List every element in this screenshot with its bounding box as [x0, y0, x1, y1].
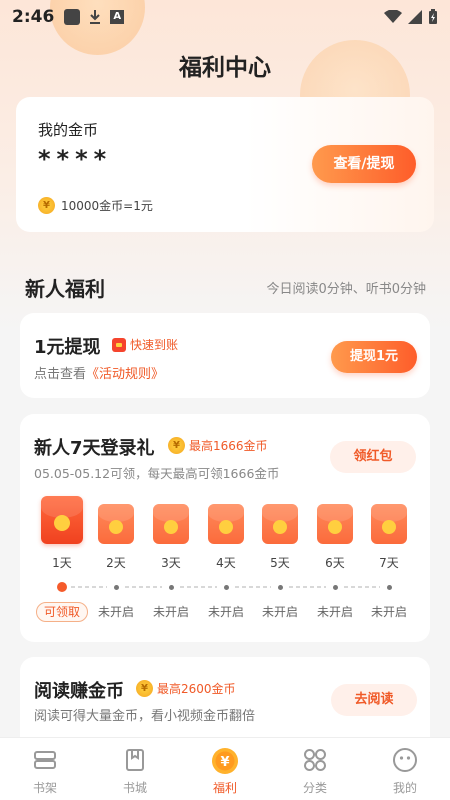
- locked-status: 未开启: [152, 605, 189, 619]
- go-read-button[interactable]: 去阅读: [331, 684, 417, 716]
- bottom-tab-bar: 书架 书城 ¥ 福利 分类 我的: [0, 737, 450, 800]
- tab-label: 福利: [212, 781, 237, 795]
- withdraw-1-yuan-button[interactable]: 提现1元: [331, 341, 417, 373]
- red-packet-envelope-icon[interactable]: [41, 496, 83, 544]
- section-title: 新人福利: [25, 277, 105, 301]
- claimable-status[interactable]: 可领取: [36, 602, 88, 622]
- envelope-seal: [382, 520, 396, 534]
- tab-label: 我的: [392, 781, 417, 795]
- exchange-rate: ¥ 10000金币=1元: [38, 197, 153, 214]
- tab-bookstore[interactable]: 书城: [90, 738, 180, 800]
- newbie-7day-card: 新人7天登录礼 ¥ 最高1666金币 05.05-05.12可领，每天最高可领1…: [20, 414, 430, 642]
- red-packet-envelope-icon: [98, 504, 134, 544]
- day-label: 4天: [216, 556, 236, 570]
- progress-dot: [168, 584, 174, 590]
- grid-icon: [304, 749, 326, 771]
- reading-time-summary: 今日阅读0分钟、听书0分钟: [266, 282, 426, 297]
- page-title: 福利中心: [179, 55, 271, 81]
- locked-status: 未开启: [97, 605, 134, 619]
- status-time: 2:46: [12, 7, 55, 27]
- progress-connector: [235, 586, 271, 588]
- max-coins-text: 最高1666金币: [189, 439, 268, 453]
- progress-connector: [125, 586, 162, 588]
- locked-status: 未开启: [370, 605, 407, 619]
- day-label: 1天: [52, 556, 72, 570]
- book-icon: [126, 749, 144, 771]
- withdraw-card[interactable]: 1元提现 快速到账 点击查看《活动规则》 提现1元: [20, 313, 430, 398]
- coin-balance-value: ****: [38, 145, 113, 173]
- red-packet-envelope-icon: [371, 504, 407, 544]
- coin-balance-card: 我的金币 **** ¥ 10000金币=1元 查看/提现: [16, 97, 434, 232]
- envelope-seal: [54, 515, 70, 532]
- bookshelf-icon: [34, 751, 56, 769]
- red-packet-envelope-icon: [317, 504, 353, 544]
- coin-icon: ¥: [212, 748, 238, 774]
- progress-connector: [289, 586, 326, 588]
- activity-rules-link[interactable]: 《活动规则》: [86, 367, 164, 382]
- red-packet-envelope-icon: [262, 504, 298, 544]
- reading-max-coins-tag: ¥ 最高2600金币: [136, 680, 236, 697]
- status-bar: 2:46 A: [0, 0, 450, 34]
- progress-dot: [332, 584, 338, 590]
- fast-arrival-text: 快速到账: [130, 338, 179, 352]
- progress-connector: [344, 586, 380, 588]
- progress-dot: [113, 584, 119, 590]
- tab-label: 分类: [302, 781, 327, 795]
- progress-dot: [386, 584, 392, 590]
- battery-icon: [429, 9, 437, 24]
- locked-status: 未开启: [316, 605, 353, 619]
- view-withdraw-button[interactable]: 查看/提现: [312, 145, 416, 183]
- red-packet-icon: [112, 337, 126, 352]
- tab-category[interactable]: 分类: [270, 738, 360, 800]
- withdraw-desc-prefix: 点击查看: [34, 367, 87, 382]
- locked-status: 未开启: [207, 605, 244, 619]
- max-coins-tag: ¥ 最高1666金币: [168, 437, 268, 454]
- red-packet-envelope-icon: [153, 504, 189, 544]
- progress-dot: [277, 584, 283, 590]
- envelope-seal: [273, 520, 287, 534]
- reading-desc: 阅读可得大量金币，看小视频金币翻倍: [34, 709, 256, 724]
- envelope-seal: [328, 520, 342, 534]
- progress-connector: [71, 586, 107, 588]
- tab-label: 书架: [32, 781, 57, 795]
- day-label: 3天: [161, 556, 181, 570]
- download-icon: [90, 10, 101, 24]
- fast-arrival-tag: 快速到账: [112, 336, 178, 353]
- keyboard-icon: A: [110, 10, 125, 24]
- tab-profile[interactable]: 我的: [360, 738, 450, 800]
- progress-dot: [57, 582, 67, 592]
- withdraw-title: 1元提现: [34, 337, 101, 358]
- progress-connector: [180, 586, 217, 588]
- envelope-seal: [109, 520, 123, 534]
- claim-red-packet-button[interactable]: 领红包: [330, 441, 416, 473]
- withdraw-desc: 点击查看《活动规则》: [34, 363, 164, 382]
- signal-icon: [408, 10, 422, 24]
- envelope-seal: [164, 520, 178, 534]
- locked-status: 未开启: [261, 605, 298, 619]
- reading-max-coins-text: 最高2600金币: [157, 682, 236, 696]
- day-label: 2天: [106, 556, 126, 570]
- profile-icon: [393, 748, 417, 772]
- exchange-rate-text: 10000金币=1元: [61, 199, 153, 213]
- tab-welfare[interactable]: ¥ 福利: [180, 738, 270, 800]
- notification-app-icon: [64, 9, 81, 25]
- reading-title: 阅读赚金币: [34, 681, 124, 702]
- progress-dot: [223, 584, 229, 590]
- coin-icon: ¥: [168, 437, 185, 454]
- tab-label: 书城: [122, 781, 147, 795]
- envelope-seal: [219, 520, 233, 534]
- coin-icon: ¥: [136, 680, 153, 697]
- tab-bookshelf[interactable]: 书架: [0, 738, 90, 800]
- day-label: 6天: [325, 556, 345, 570]
- red-packet-envelope-icon: [208, 504, 244, 544]
- wifi-icon: [384, 10, 402, 23]
- day-label: 5天: [270, 556, 290, 570]
- day-label: 7天: [379, 556, 399, 570]
- coin-label: 我的金币: [38, 121, 99, 139]
- newbie-title: 新人7天登录礼: [34, 438, 155, 459]
- coin-icon: ¥: [38, 197, 55, 214]
- newbie-desc: 05.05-05.12可领，每天最高可领1666金币: [34, 466, 280, 481]
- svg-text:¥: ¥: [220, 755, 229, 770]
